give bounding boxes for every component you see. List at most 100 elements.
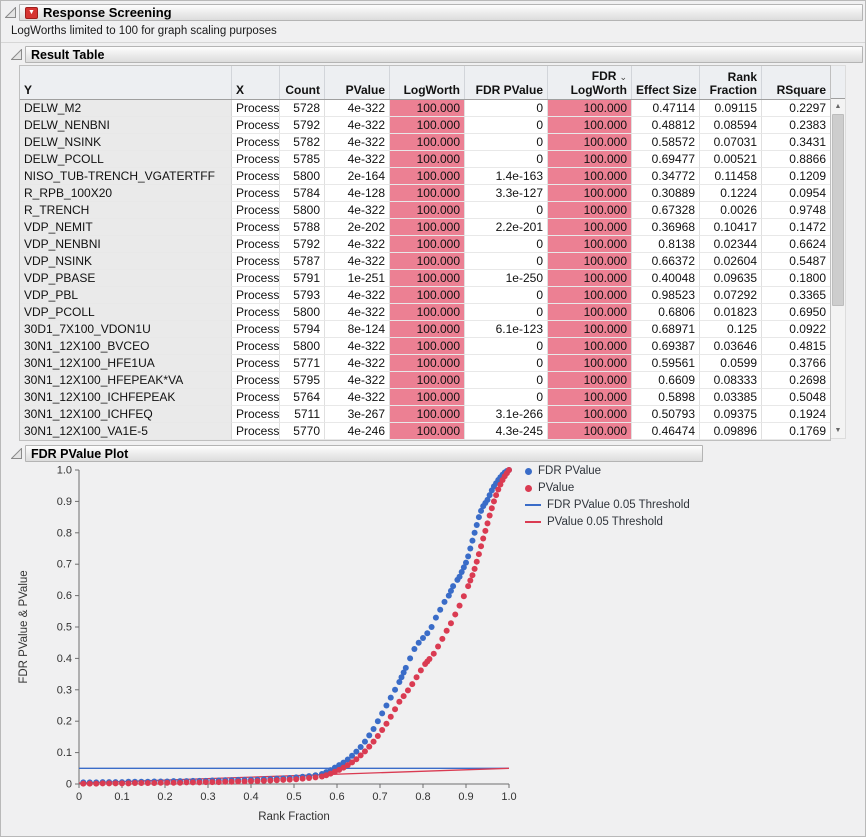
column-header-rank_fraction[interactable]: RankFraction	[700, 66, 762, 99]
svg-text:0.4: 0.4	[57, 653, 72, 665]
result-table-header-bar[interactable]: Result Table	[25, 46, 863, 63]
cell-fdr_logworth: 100.000	[548, 185, 632, 202]
fdr-plot-header-bar[interactable]: FDR PValue Plot	[25, 445, 703, 462]
table-row[interactable]: NISO_TUB-TRENCH_VGATERTFFProcess58002e-1…	[20, 168, 830, 185]
column-header-count[interactable]: Count	[280, 66, 325, 99]
disclosure-triangle-icon[interactable]	[4, 7, 16, 19]
red-triangle-menu-button[interactable]: ▼	[25, 7, 38, 19]
column-header-pvalue[interactable]: PValue	[325, 66, 390, 99]
cell-fdr_pvalue: 4.3e-245	[465, 423, 548, 440]
table-scrollbar[interactable]: ▲ ▼	[831, 65, 846, 439]
cell-rsquare: 0.2698	[762, 372, 830, 389]
cell-fdr_pvalue: 6.1e-123	[465, 321, 548, 338]
cell-y: 30N1_12X100_ICHFEQ	[20, 406, 232, 423]
svg-text:0.3: 0.3	[57, 684, 72, 696]
table-row[interactable]: 30N1_12X100_HFE1UAProcess57714e-322100.0…	[20, 355, 830, 372]
cell-effect_size: 0.48812	[632, 117, 700, 134]
cell-x: Process	[232, 423, 280, 440]
column-header-x[interactable]: X	[232, 66, 280, 99]
cell-fdr_logworth: 100.000	[548, 372, 632, 389]
column-header-logworth[interactable]: LogWorth	[390, 66, 465, 99]
cell-count: 5792	[280, 236, 325, 253]
table-row[interactable]: DELW_M2Process57284e-322100.0000100.0000…	[20, 100, 830, 117]
cell-fdr_logworth: 100.000	[548, 304, 632, 321]
cell-x: Process	[232, 338, 280, 355]
response-screening-outline: ▼ Response Screening	[4, 4, 863, 21]
scroll-down-button[interactable]: ▼	[831, 423, 845, 438]
cell-logworth: 100.000	[390, 423, 465, 440]
cell-pvalue: 4e-322	[325, 372, 390, 389]
cell-count: 5784	[280, 185, 325, 202]
scatter-fdr-pvalue[interactable]	[80, 467, 512, 785]
cell-rank_fraction: 0.03646	[700, 338, 762, 355]
table-row[interactable]: DELW_PCOLLProcess57854e-322100.0000100.0…	[20, 151, 830, 168]
fdr-plot[interactable]: 00.10.20.30.40.50.60.70.80.91.000.10.20.…	[11, 462, 865, 830]
table-row[interactable]: 30N1_12X100_HFEPEAK*VAProcess57954e-3221…	[20, 372, 830, 389]
cell-rsquare: 0.3365	[762, 287, 830, 304]
cell-logworth: 100.000	[390, 355, 465, 372]
cell-rank_fraction: 0.09375	[700, 406, 762, 423]
cell-fdr_pvalue: 3.1e-266	[465, 406, 548, 423]
scrollbar-thumb[interactable]	[832, 114, 844, 306]
cell-x: Process	[232, 389, 280, 406]
disclosure-triangle-icon[interactable]	[10, 448, 22, 460]
disclosure-triangle-icon[interactable]	[10, 49, 22, 61]
cell-logworth: 100.000	[390, 338, 465, 355]
table-row[interactable]: DELW_NENBNIProcess57924e-322100.0000100.…	[20, 117, 830, 134]
table-row[interactable]: 30N1_12X100_BVCEOProcess58004e-322100.00…	[20, 338, 830, 355]
scroll-down-icon: ▼	[835, 427, 842, 434]
table-row[interactable]: VDP_PCOLLProcess58004e-322100.0000100.00…	[20, 304, 830, 321]
cell-logworth: 100.000	[390, 270, 465, 287]
cell-rsquare: 0.6624	[762, 236, 830, 253]
cell-count: 5771	[280, 355, 325, 372]
table-row[interactable]: 30N1_12X100_ICHFEPEAKProcess57644e-32210…	[20, 389, 830, 406]
scrollbar-track[interactable]	[831, 114, 845, 423]
cell-rank_fraction: 0.10417	[700, 219, 762, 236]
cell-count: 5795	[280, 372, 325, 389]
response-screening-header-bar[interactable]: ▼ Response Screening	[19, 4, 863, 21]
table-body: DELW_M2Process57284e-322100.0000100.0000…	[20, 100, 830, 440]
table-row[interactable]: VDP_PBLProcess57934e-322100.0000100.0000…	[20, 287, 830, 304]
table-row[interactable]: DELW_NSINKProcess57824e-322100.0000100.0…	[20, 134, 830, 151]
report-title: Response Screening	[43, 5, 172, 20]
x-axis-label: Rank Fraction	[258, 811, 330, 823]
cell-pvalue: 2e-164	[325, 168, 390, 185]
cell-y: VDP_NEMIT	[20, 219, 232, 236]
table-row[interactable]: R_RPB_100X20Process57844e-128100.0003.3e…	[20, 185, 830, 202]
cell-rank_fraction: 0.09635	[700, 270, 762, 287]
table-row[interactable]: 30N1_12X100_VA1E-5Process57704e-246100.0…	[20, 423, 830, 440]
legend-marker-pvalue	[525, 485, 532, 492]
svg-text:0.5: 0.5	[57, 622, 72, 634]
table-row[interactable]: VDP_NEMITProcess57882e-202100.0002.2e-20…	[20, 219, 830, 236]
column-header-fdr_pvalue[interactable]: FDR PValue	[465, 66, 548, 99]
column-header-fdr_logworth[interactable]: FDR⌄LogWorth	[548, 66, 632, 99]
cell-fdr_pvalue: 0	[465, 287, 548, 304]
scroll-up-button[interactable]: ▲	[831, 99, 845, 114]
table-row[interactable]: R_TRENCHProcess58004e-322100.0000100.000…	[20, 202, 830, 219]
table-row[interactable]: 30N1_12X100_ICHFEQProcess57113e-267100.0…	[20, 406, 830, 423]
svg-text:1.0: 1.0	[57, 465, 72, 477]
cell-effect_size: 0.59561	[632, 355, 700, 372]
cell-logworth: 100.000	[390, 219, 465, 236]
cell-rsquare: 0.2383	[762, 117, 830, 134]
cell-fdr_pvalue: 0	[465, 100, 548, 117]
legend-marker-fdr-pvalue	[525, 468, 532, 475]
cell-fdr_logworth: 100.000	[548, 151, 632, 168]
table-row[interactable]: VDP_PBASEProcess57911e-251100.0001e-2501…	[20, 270, 830, 287]
cell-logworth: 100.000	[390, 321, 465, 338]
cell-fdr_logworth: 100.000	[548, 389, 632, 406]
legend-marker-pvalue-0-05-threshold	[525, 521, 541, 523]
fdr-plot-outline: FDR PValue Plot	[10, 445, 863, 462]
column-header-y[interactable]: Y	[20, 66, 232, 99]
column-header-rsquare[interactable]: RSquare	[762, 66, 830, 99]
cell-pvalue: 4e-322	[325, 338, 390, 355]
cell-pvalue: 4e-322	[325, 117, 390, 134]
scatter-pvalue[interactable]	[80, 467, 512, 787]
column-header-effect_size[interactable]: Effect Size	[632, 66, 700, 99]
cell-pvalue: 4e-322	[325, 287, 390, 304]
table-row[interactable]: VDP_NSINKProcess57874e-322100.0000100.00…	[20, 253, 830, 270]
table-row[interactable]: VDP_NENBNIProcess57924e-322100.0000100.0…	[20, 236, 830, 253]
table-row[interactable]: 30D1_7X100_VDON1UProcess57948e-124100.00…	[20, 321, 830, 338]
cell-rank_fraction: 0.11458	[700, 168, 762, 185]
cell-count: 5788	[280, 219, 325, 236]
